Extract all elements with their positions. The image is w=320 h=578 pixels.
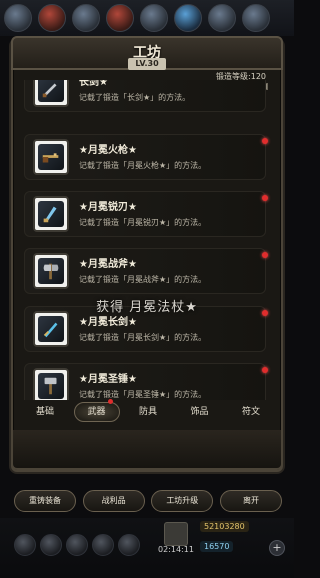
axe-icon: [38, 258, 64, 284]
tab-2[interactable]: 防具: [125, 402, 171, 422]
recipe-icon-frame: [33, 196, 69, 232]
add-button[interactable]: +: [269, 540, 285, 556]
skill-slot-icon[interactable]: [118, 534, 140, 556]
top-hud: [0, 0, 294, 36]
recipe-description: 记载了锻造「月冕锐刃★」的方法。: [79, 218, 207, 227]
hud-skill-icon[interactable]: [38, 4, 66, 32]
recipe-icon-frame: [33, 80, 69, 107]
window-footer-frame: [11, 430, 283, 470]
clock: 02:14:11: [158, 545, 194, 554]
tab-label: 武器: [87, 407, 106, 417]
recipe-row[interactable]: ★月冕战斧★ 记载了锻造「月冕战斧★」的方法。: [24, 248, 266, 294]
longsword-icon: [38, 80, 64, 102]
category-tabs: 基础 武器 防具 饰品 符文: [22, 399, 274, 422]
recipe-description: 记载了锻造「长剑★」的方法。: [79, 93, 191, 102]
recipe-name: ★月冕圣锤★: [79, 374, 137, 385]
hud-skill-icon[interactable]: [72, 4, 100, 32]
recipe-icon-frame: [33, 368, 69, 400]
hud-skill-icon[interactable]: [4, 4, 32, 32]
skill-slot-icon[interactable]: [66, 534, 88, 556]
skill-slot-icon[interactable]: [14, 534, 36, 556]
action-buttons: 重铸装备 战利品 工坊升级 离开: [14, 490, 282, 512]
recipe-description: 记载了锻造「月冕长剑★」的方法。: [79, 333, 207, 342]
recipe-name: ★月冕长剑★: [79, 317, 137, 328]
recipe-description: 记载了锻造「月冕圣锤★」的方法。: [79, 390, 207, 399]
tab-label: 符文: [241, 407, 260, 417]
recipe-row[interactable]: ★月冕火枪★ 记载了锻造「月冕火枪★」的方法。: [24, 134, 266, 180]
leave-button[interactable]: 离开: [219, 490, 282, 512]
inventory-box-icon[interactable]: [164, 522, 188, 546]
skill-slot-icon[interactable]: [40, 534, 62, 556]
new-indicator-dot: [107, 399, 113, 404]
recipe-row[interactable]: ★月冕锐刃★ 记载了锻造「月冕锐刃★」的方法。: [24, 191, 266, 237]
tab-label: 饰品: [190, 407, 209, 417]
loot-button[interactable]: 战利品: [82, 490, 145, 512]
recipe-name: ★月冕火枪★: [79, 145, 137, 156]
recipe-row[interactable]: ★月冕圣锤★ 记载了锻造「月冕圣锤★」的方法。: [24, 363, 266, 400]
hud-skill-icon[interactable]: [106, 4, 134, 32]
blade-icon: [38, 201, 64, 227]
workshop-upgrade-button[interactable]: 工坊升级: [151, 490, 214, 512]
skill-slot-icon[interactable]: [92, 534, 114, 556]
new-indicator-dot: [262, 195, 268, 201]
new-indicator-dot: [262, 138, 268, 144]
recipe-name: ★月冕战斧★: [79, 259, 137, 270]
recipe-row[interactable]: 长剑★ 记载了锻造「长剑★」的方法。: [24, 80, 266, 112]
reforge-button[interactable]: 重铸装备: [14, 490, 76, 512]
tab-0[interactable]: 基础: [22, 402, 68, 422]
recipe-list[interactable]: 长剑★ 记载了锻造「长剑★」的方法。 ★月冕火枪★ 记载了锻造「月冕火枪★」的方法。 ★…: [24, 80, 270, 400]
tab-label: 基础: [35, 407, 54, 417]
tab-1[interactable]: 武器: [73, 399, 120, 422]
tab-label: 防具: [138, 407, 157, 417]
new-indicator-dot: [262, 367, 268, 373]
gold-counter: 52103280: [200, 521, 249, 532]
gem-counter: 16570: [200, 541, 234, 552]
hammer-icon: [38, 373, 64, 399]
tab-4[interactable]: 符文: [228, 402, 274, 422]
musket-icon: [38, 144, 64, 170]
recipe-name: ★月冕锐刃★: [79, 202, 137, 213]
hud-skill-icon[interactable]: [242, 4, 270, 32]
obtained-toast: 获得 月冕法杖★: [96, 300, 198, 315]
hud-skill-icon[interactable]: [174, 4, 202, 32]
recipe-name: 长剑★: [79, 80, 108, 88]
recipe-icon-frame: [33, 139, 69, 175]
new-indicator-dot: [262, 252, 268, 258]
workshop-level-badge: LV.30: [128, 58, 166, 70]
tab-3[interactable]: 饰品: [177, 402, 223, 422]
recipe-description: 记载了锻造「月冕战斧★」的方法。: [79, 275, 207, 284]
recipe-description: 记载了锻造「月冕火枪★」的方法。: [79, 161, 207, 170]
recipe-icon-frame: [33, 253, 69, 289]
hud-skill-icon[interactable]: [140, 4, 168, 32]
recipe-icon-frame: [33, 311, 69, 347]
sword-icon: [38, 316, 64, 342]
hud-skill-icon[interactable]: [208, 4, 236, 32]
